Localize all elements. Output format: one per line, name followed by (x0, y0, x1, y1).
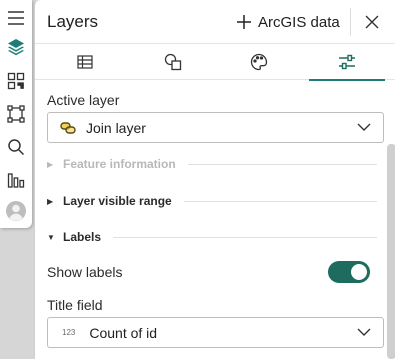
panel-header: Layers ArcGIS data (35, 0, 395, 44)
tab-properties[interactable] (309, 44, 385, 81)
plus-icon (237, 15, 251, 29)
left-toolbar (0, 0, 32, 228)
divider (187, 163, 377, 165)
palette-icon (250, 53, 268, 71)
active-layer-value: Join layer (86, 119, 146, 136)
panel-tabs (35, 44, 395, 81)
table-icon (77, 55, 93, 69)
avatar-icon[interactable] (4, 199, 28, 223)
title-field-select[interactable]: 123 Count of id (47, 317, 384, 348)
menu-icon[interactable] (4, 6, 28, 30)
caret-down-icon: ▼ (47, 232, 55, 242)
section-labels[interactable]: ▼ Labels (47, 227, 377, 247)
chart-icon[interactable] (4, 168, 28, 192)
header-divider (350, 8, 351, 36)
active-layer-select[interactable]: Join layer (47, 112, 384, 143)
close-button[interactable] (361, 11, 383, 33)
chevron-down-icon (357, 123, 371, 131)
join-layer-icon (60, 121, 76, 134)
active-layer-label: Active layer (47, 92, 120, 108)
tab-shapes[interactable] (135, 44, 211, 80)
show-labels-label: Show labels (47, 264, 123, 280)
divider (183, 200, 377, 202)
title-field-label: Title field (47, 297, 103, 313)
add-data-label: ArcGIS data (258, 13, 340, 31)
search-icon[interactable] (4, 135, 28, 159)
close-icon (365, 15, 379, 29)
shapes-icon (164, 53, 182, 71)
qr-icon[interactable] (4, 69, 28, 93)
number-type-icon: 123 (62, 328, 76, 337)
caret-right-icon: ▶ (47, 159, 54, 169)
caret-right-icon: ▶ (47, 196, 54, 206)
tab-table[interactable] (47, 44, 123, 80)
panel-title: Layers (47, 12, 99, 31)
add-arcgis-data-button[interactable]: ArcGIS data (236, 9, 340, 35)
chevron-down-icon (357, 328, 371, 336)
section-feature-information[interactable]: ▶ Feature information (47, 154, 377, 174)
show-labels-toggle[interactable] (328, 261, 370, 283)
section-feature-information-label: Feature information (63, 157, 176, 171)
scrollbar[interactable] (387, 144, 395, 359)
panel-content: Active layer Join layer ▶ Feature inform… (35, 80, 384, 359)
title-field-value: Count of id (89, 324, 158, 341)
layers-icon[interactable] (4, 35, 28, 59)
section-labels-label: Labels (63, 230, 102, 244)
divider (113, 236, 377, 238)
toggle-knob (351, 264, 367, 280)
layers-panel: Layers ArcGIS data Active layer Join lay… (34, 0, 395, 359)
select-area-icon[interactable] (4, 102, 28, 126)
sliders-icon (339, 54, 355, 70)
tab-style[interactable] (221, 44, 297, 80)
section-layer-visible-range[interactable]: ▶ Layer visible range (47, 191, 377, 211)
section-layer-visible-range-label: Layer visible range (63, 194, 172, 208)
